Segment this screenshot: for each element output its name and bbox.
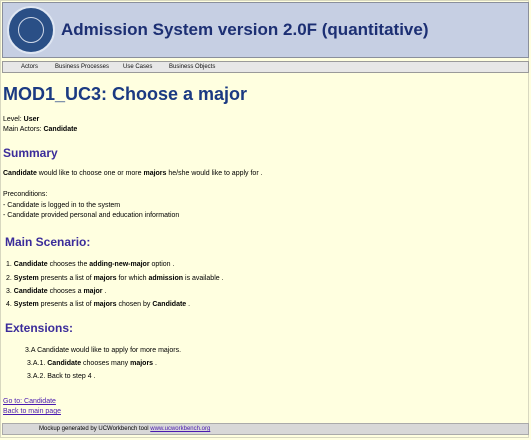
nav-item-business-objects[interactable]: Business Objects <box>169 64 215 70</box>
step-text: . <box>102 288 107 295</box>
precondition-item: - Candidate provided personal and educat… <box>3 212 180 219</box>
step-object: admission <box>148 275 184 282</box>
step-object: majors <box>93 301 117 308</box>
summary-mid: would like to choose one or more <box>36 170 144 177</box>
step-object: adding-new-major <box>89 261 150 268</box>
step-text: . <box>153 360 157 367</box>
step-number: 2. <box>6 275 12 282</box>
step-number: 4. <box>6 301 12 308</box>
step-text: is available . <box>183 275 224 282</box>
step-actor: Candidate <box>47 360 82 367</box>
extensions-heading: Extensions: <box>5 321 74 335</box>
step-text: chooses a <box>47 288 84 295</box>
footer: Mockup generated by UCWorkbench tool www… <box>2 423 529 435</box>
level-label: Level: <box>3 116 22 123</box>
step-text: . <box>186 301 191 308</box>
page-title: MOD1_UC3: Choose a major <box>3 84 248 104</box>
level-value: User <box>23 116 40 123</box>
step-text: option . <box>149 261 175 268</box>
goto-candidate-link[interactable]: Go to: Candidate <box>3 398 56 405</box>
preconditions-label: Preconditions: <box>3 191 48 198</box>
app-header: Admission System version 2.0F (quantitat… <box>2 2 529 58</box>
main-scenario-heading: Main Scenario: <box>5 235 91 249</box>
extension-item: 3.A Candidate would like to apply for mo… <box>25 347 182 354</box>
scenario-step: 4. System presents a list of majors chos… <box>6 301 190 308</box>
step-number: 1. <box>6 261 12 268</box>
step-text: presents a list of <box>38 275 94 282</box>
footer-text: Mockup generated by UCWorkbench tool www… <box>39 426 210 432</box>
level-line: Level: User <box>3 116 39 123</box>
step-text: chosen by <box>116 301 153 308</box>
summary-end: he/she would like to apply for . <box>166 170 263 177</box>
step-object: major <box>83 288 103 295</box>
nav-item-actors[interactable]: Actors <box>21 64 38 70</box>
step-text: presents a list of <box>38 301 94 308</box>
summary-text: Candidate would like to choose one or mo… <box>3 170 263 177</box>
back-to-main-link[interactable]: Back to main page <box>3 408 61 415</box>
step-actor: System <box>13 275 39 282</box>
extension-subitem: 3.A.1. Candidate chooses many majors . <box>27 360 157 367</box>
summary-majors: majors <box>143 170 167 177</box>
step-object: majors <box>130 360 154 367</box>
step-text: chooses the <box>47 261 90 268</box>
nav-item-business-processes[interactable]: Business Processes <box>55 64 109 70</box>
step-actor: Candidate <box>13 288 48 295</box>
actors-line: Main Actors: Candidate <box>3 126 77 133</box>
ucworkbench-link[interactable]: www.ucworkbench.org <box>150 426 210 432</box>
actors-value: Candidate <box>43 126 78 133</box>
step-text: for which <box>116 275 149 282</box>
scenario-step: 3. Candidate chooses a major . <box>6 288 106 295</box>
summary-actor: Candidate <box>3 170 37 177</box>
step-text: chooses many <box>81 360 131 367</box>
top-nav: Actors Business Processes Use Cases Busi… <box>2 61 529 73</box>
step-number: 3.A.1. <box>27 360 46 367</box>
step-object: majors <box>93 275 117 282</box>
extension-subitem: 3.A.2. Back to step 4 . <box>27 373 96 380</box>
step-actor: Candidate <box>13 261 48 268</box>
app-title: Admission System version 2.0F (quantitat… <box>61 20 429 39</box>
footer-label: Mockup generated by UCWorkbench tool <box>39 426 151 432</box>
step-object: Candidate <box>152 301 187 308</box>
scenario-step: 1. Candidate chooses the adding-new-majo… <box>6 261 174 268</box>
precondition-item: - Candidate is logged in to the system <box>3 202 121 209</box>
step-number: 3. <box>6 288 12 295</box>
summary-heading: Summary <box>3 146 58 160</box>
step-actor: System <box>13 301 39 308</box>
actors-label: Main Actors: <box>3 126 42 133</box>
nav-item-use-cases[interactable]: Use Cases <box>123 64 152 70</box>
seal-inner-ring <box>18 17 44 43</box>
scenario-step: 2. System presents a list of majors for … <box>6 275 224 282</box>
university-seal-icon <box>7 6 55 54</box>
